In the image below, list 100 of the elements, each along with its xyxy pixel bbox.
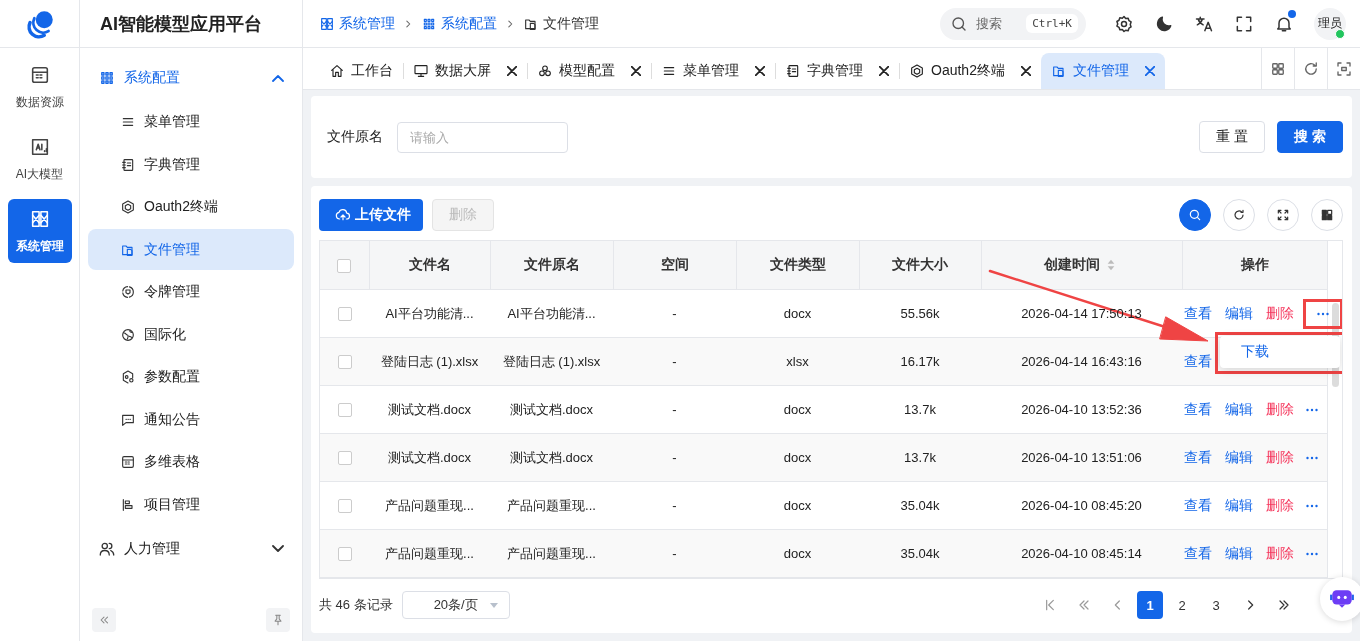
table-cell: 测试文档.docx [387,401,472,417]
table-cell: 产品问题重现... [385,497,474,513]
row-checkbox[interactable] [337,499,352,514]
search-button[interactable] [1179,199,1211,231]
column-header: 文件名 [408,256,451,274]
rail-item[interactable]: AI大模型 [7,127,72,191]
menu-item[interactable]: 项目管理 [88,484,294,525]
layout-icon [1319,207,1335,223]
menu-item[interactable]: 多维表格 [88,441,294,483]
row-checkbox[interactable] [337,403,352,418]
table-cell: docx [783,402,812,417]
menu-item[interactable]: 令牌管理 [88,271,294,313]
breadcrumb-link[interactable]: 系统管理 [319,14,395,33]
table-cell: 35.04k [900,498,940,513]
column-header[interactable]: 创建时间 [1044,256,1100,274]
shortcut-hint: Ctrl+K [1026,14,1078,33]
table-icon [120,454,136,470]
breadcrumb-link[interactable]: 文件管理 [523,14,599,33]
expand-icon [1275,207,1291,223]
table-cell: 测试文档.docx [509,449,594,465]
row-action-link[interactable]: 删除 [1266,304,1294,323]
menu-group[interactable]: 人力管理 [88,526,294,571]
menu-item[interactable]: 字典管理 [88,144,294,185]
search-bar[interactable]: 搜索 Ctrl+K [940,7,1086,40]
upload-button[interactable]: 上传文件 [319,199,423,231]
row-action-link[interactable]: 查看 [1184,400,1212,419]
row-action-link[interactable]: 删除 [1266,544,1294,563]
refresh-button[interactable] [1223,199,1255,231]
column-settings-button[interactable] [1311,199,1343,231]
field-label: 文件原名 [327,128,383,146]
close-icon[interactable] [631,66,641,76]
user-avatar[interactable]: 理员 [1314,7,1346,40]
row-action-link[interactable]: 查看 [1184,544,1212,563]
cubes-icon [537,63,553,79]
page-button[interactable]: 2 [1167,591,1197,619]
filename-input[interactable]: 请输入 [397,121,568,153]
menu-item[interactable]: Oauth2终端 [88,186,294,228]
row-action-link[interactable]: 编辑 [1225,544,1253,563]
gear-icon [120,369,136,385]
row-action-link[interactable]: 查看 [1184,496,1212,515]
grid-icon [1269,60,1287,78]
user-name: 理员 [1318,15,1342,32]
page-tab[interactable]: 文件管理 [1040,53,1165,89]
menu-item[interactable]: 国际化 [88,314,294,355]
column-header: 文件类型 [769,256,826,274]
table-cell: xlsx [786,354,809,369]
row-checkbox[interactable] [337,451,352,466]
row-action-link[interactable]: 删除 [1266,448,1294,467]
page-tab[interactable]: 模型配置 [527,53,651,89]
close-icon[interactable] [1020,66,1031,76]
menu-item[interactable]: 参数配置 [88,356,294,398]
notebook-icon [120,156,136,173]
page-tab[interactable]: 菜单管理 [651,53,775,89]
page-size-select[interactable]: 20条/页 [401,591,510,619]
breadcrumb-link[interactable]: 系统配置 [421,14,497,33]
row-checkbox[interactable] [337,307,352,322]
row-action-link[interactable]: 查看 [1184,304,1212,323]
row-checkbox[interactable] [337,547,352,562]
page-tab[interactable]: 字典管理 [775,53,899,89]
row-action-link[interactable]: 查看 [1184,448,1212,467]
row-action-link[interactable]: 编辑 [1225,400,1253,419]
page-tab[interactable]: 工作台 [319,53,403,89]
table-cell: docx [783,450,812,465]
row-action-link[interactable]: 编辑 [1225,304,1253,323]
search-input[interactable]: 搜索 [976,16,1019,31]
page-button[interactable]: 1 [1137,591,1163,619]
row-checkbox[interactable] [337,355,352,370]
row-action-link[interactable]: 编辑 [1225,448,1253,467]
page-tab[interactable]: 数据大屏 [403,53,527,89]
menu-item[interactable]: 通知公告 [88,399,294,440]
rail-item[interactable]: 系统管理 [7,199,72,263]
menu-option[interactable]: 下载 [1220,343,1340,361]
menu-group[interactable]: 系统配置 [88,56,294,100]
gear-icon [1114,13,1134,34]
menu-item[interactable]: 菜单管理 [88,101,294,143]
search-button[interactable]: 搜 索 [1277,121,1343,153]
row-action-link[interactable]: 删除 [1266,496,1294,515]
close-icon[interactable] [755,66,765,76]
close-icon[interactable] [507,66,517,76]
row-action-link[interactable]: 编辑 [1225,496,1253,515]
table-cell: 13.7k [904,450,936,465]
row-action-link[interactable]: 删除 [1266,400,1294,419]
fullscreen-button[interactable] [1267,199,1299,231]
menu-item[interactable]: 文件管理 [88,229,294,270]
table-cell: - [672,546,677,561]
row-action-link[interactable]: 查看 [1184,352,1212,371]
close-icon[interactable] [879,66,889,76]
page-tab[interactable]: Oauth2终端 [899,53,1041,89]
select-all-checkbox[interactable] [337,259,352,274]
reset-button[interactable]: 重 置 [1199,121,1266,153]
pin-button[interactable] [266,608,290,632]
home-icon [329,63,345,79]
hexagon-icon [909,63,925,79]
table-cell: 2026-04-14 16:43:16 [1021,354,1142,369]
hexagon-icon [120,199,136,215]
rail-item[interactable]: 数据资源 [7,55,72,119]
table-cell: 2026-04-10 13:52:36 [1021,402,1142,417]
page-button[interactable]: 3 [1201,591,1231,619]
table-cell: - [672,354,677,369]
column-header: 文件原名 [523,256,580,274]
